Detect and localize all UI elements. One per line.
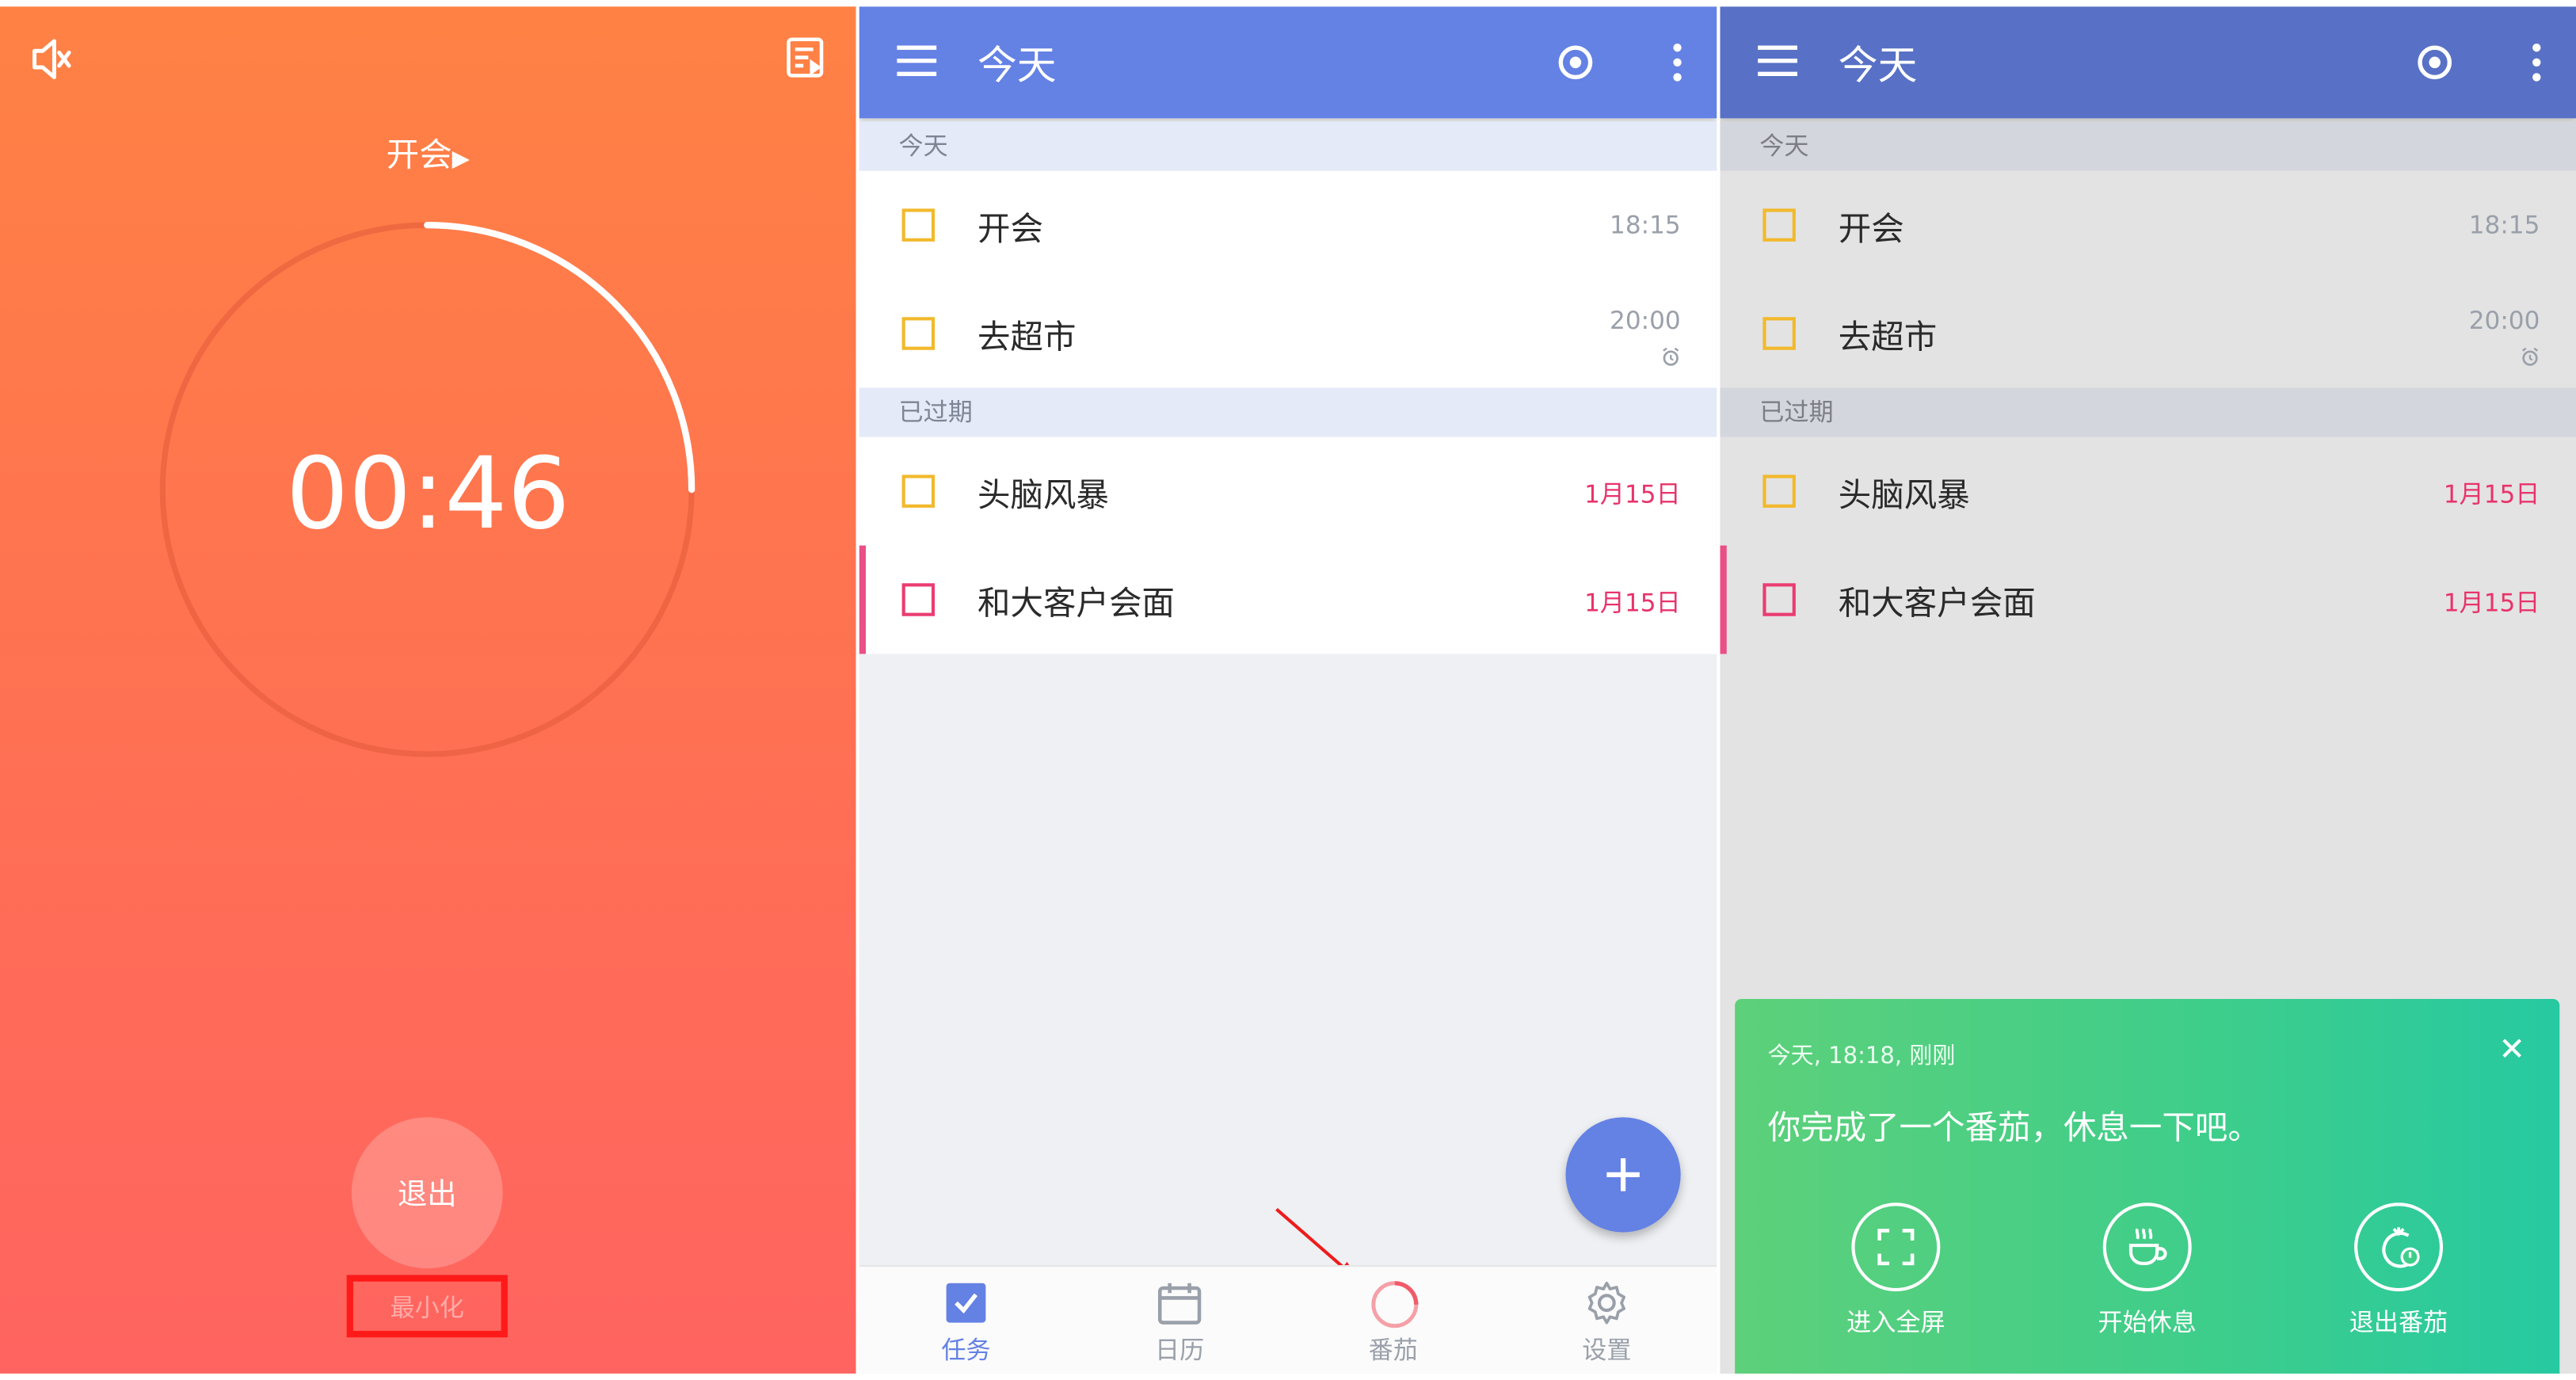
more-vert-icon[interactable] xyxy=(1671,43,1684,89)
dialog-message: 你完成了一个番茄，休息一下吧。 xyxy=(1767,1107,2261,1147)
task-label: 头脑风暴 xyxy=(1838,475,1970,515)
task-date: 1月15日 xyxy=(2443,588,2540,618)
close-icon[interactable] xyxy=(2501,1035,2524,1066)
task-label: 和大客户会面 xyxy=(977,583,1175,623)
nav-item-calendar[interactable]: 日历 xyxy=(1073,1267,1286,1374)
task-time: 20:00 xyxy=(2468,305,2540,336)
task-label: 去超市 xyxy=(1838,317,1938,357)
task-date: 1月15日 xyxy=(1584,588,1681,618)
task-time: 18:15 xyxy=(1610,210,1681,240)
task-checkbox[interactable] xyxy=(1762,583,1796,616)
pomodoro-icon xyxy=(1371,1281,1419,1329)
section-header-today: 今天 xyxy=(1720,121,2576,171)
tomato-exit-icon xyxy=(2382,1227,2420,1268)
section-header-overdue: 已过期 xyxy=(859,387,1717,437)
task-label: 头脑风暴 xyxy=(977,475,1109,515)
pomodoro-complete-screen: 今天 今天 开会 18:15 去超市 20:00 已过期 头脑风暴 1月15日 … xyxy=(1720,6,2576,1374)
task-row[interactable]: 和大客户会面 1月15日 xyxy=(859,545,1717,654)
task-checkbox[interactable] xyxy=(1762,475,1796,508)
task-row[interactable]: 开会 18:15 xyxy=(1720,170,2576,280)
coffee-icon xyxy=(2128,1228,2167,1265)
minimize-button[interactable]: 最小化 xyxy=(346,1275,508,1338)
nav-item-settings[interactable]: 设置 xyxy=(1500,1267,1714,1374)
calendar-icon xyxy=(1157,1283,1202,1325)
task-row[interactable]: 和大客户会面 1月15日 xyxy=(1720,545,2576,654)
task-row[interactable]: 头脑风暴 1月15日 xyxy=(859,436,1717,546)
priority-bar xyxy=(859,545,866,654)
task-row[interactable]: 头脑风暴 1月15日 xyxy=(1720,436,2576,546)
gear-icon xyxy=(1587,1281,1626,1325)
pomodoro-complete-dialog: 今天, 18:18, 刚刚 你完成了一个番茄，休息一下吧。 进入全屏 开始休息 xyxy=(1735,998,2560,1374)
fullscreen-icon xyxy=(1877,1229,1915,1266)
nav-item-tasks[interactable]: 任务 xyxy=(859,1267,1073,1374)
task-label: 和大客户会面 xyxy=(1838,583,2036,623)
page-title: 今天 xyxy=(977,42,1057,89)
task-checkbox[interactable] xyxy=(1762,317,1796,350)
page-title: 今天 xyxy=(1838,42,1918,89)
task-row[interactable]: 去超市 20:00 xyxy=(1720,279,2576,388)
hamburger-menu-icon[interactable] xyxy=(1756,43,1799,86)
task-checkbox[interactable] xyxy=(901,475,936,508)
task-time: 20:00 xyxy=(1610,305,1681,336)
task-list-screen: 今天 今天 开会 18:15 去超市 20:00 已过期 头脑风暴 1月15日 … xyxy=(859,6,1717,1374)
nav-item-pomodoro[interactable]: 番茄 xyxy=(1286,1267,1500,1374)
focus-target-icon[interactable] xyxy=(1556,43,1595,89)
priority-bar xyxy=(1720,545,1727,654)
task-label: 开会 xyxy=(1838,208,1904,249)
more-vert-icon[interactable] xyxy=(2530,43,2544,89)
section-header-today: 今天 xyxy=(859,121,1717,171)
task-date: 1月15日 xyxy=(2443,479,2540,509)
pomodoro-screen: 开会▶ 00:46 退出 最小化 xyxy=(0,6,856,1374)
add-task-button[interactable] xyxy=(1565,1117,1681,1233)
hamburger-menu-icon[interactable] xyxy=(895,43,938,86)
dialog-meta: 今天, 18:18, 刚刚 xyxy=(1767,1043,1956,1070)
task-label: 开会 xyxy=(977,208,1043,249)
focus-target-icon[interactable] xyxy=(2415,43,2455,89)
bottom-nav: 任务 日历 番茄 设置 xyxy=(859,1264,1717,1374)
app-bar: 今天 xyxy=(1720,6,2576,119)
exit-button[interactable]: 退出 xyxy=(351,1117,503,1269)
task-date: 1月15日 xyxy=(1584,479,1681,509)
task-checkbox[interactable] xyxy=(901,208,936,242)
section-header-overdue: 已过期 xyxy=(1720,387,2576,437)
task-label: 去超市 xyxy=(977,317,1077,357)
task-checkbox[interactable] xyxy=(901,583,936,616)
task-row[interactable]: 开会 18:15 xyxy=(859,170,1717,280)
countdown-timer: 00:46 xyxy=(285,436,570,552)
plus-icon xyxy=(1606,1158,1640,1191)
task-checkbox[interactable] xyxy=(1762,208,1796,242)
task-row[interactable]: 去超市 20:00 xyxy=(859,279,1717,388)
app-bar: 今天 xyxy=(859,6,1717,119)
checkbox-icon xyxy=(946,1283,986,1323)
task-checkbox[interactable] xyxy=(901,317,936,350)
alarm-clock-icon xyxy=(2521,341,2540,372)
task-time: 18:15 xyxy=(2468,210,2540,240)
alarm-clock-icon xyxy=(1661,341,1681,372)
